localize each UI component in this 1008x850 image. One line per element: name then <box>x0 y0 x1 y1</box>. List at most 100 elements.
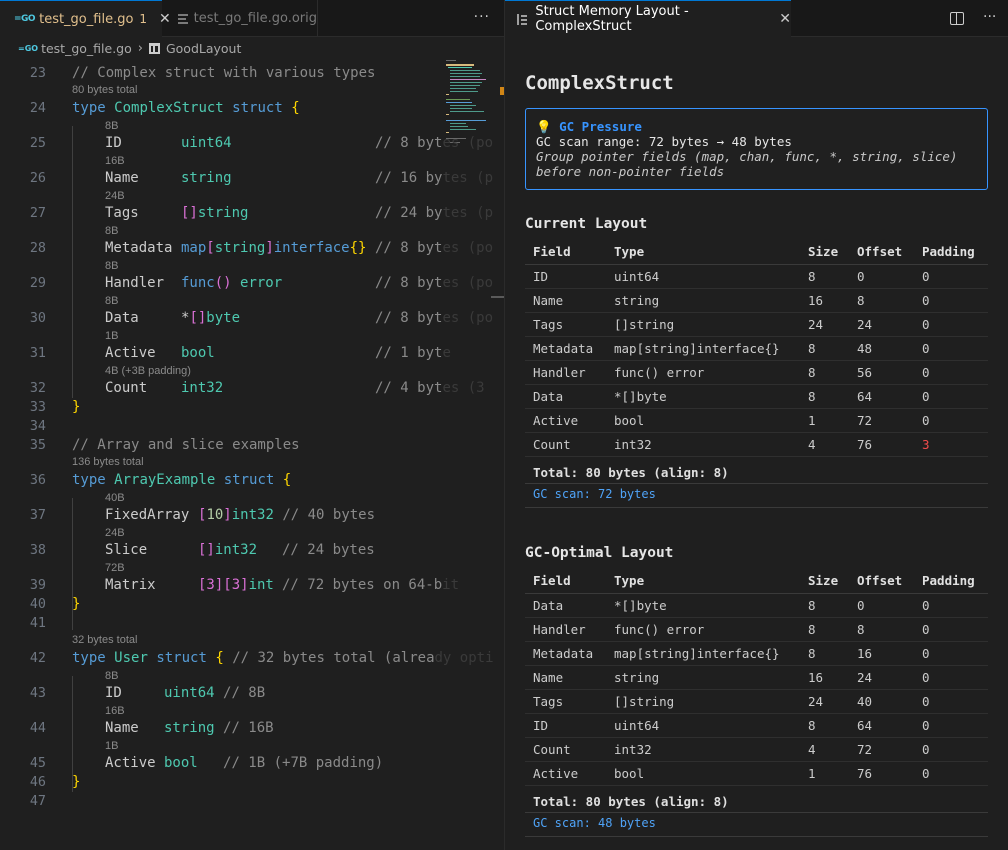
type-name[interactable]: User <box>114 650 148 666</box>
cell-field: Metadata <box>525 336 606 361</box>
cell-type: string <box>606 288 800 313</box>
comment-text: // 8 byt <box>375 135 443 151</box>
line-number: 33 <box>29 400 46 415</box>
inlay-hint: 8B <box>105 260 119 272</box>
go-file-icon: =GO <box>14 14 36 24</box>
field-type: int32 <box>181 380 224 396</box>
line-number: 39 <box>29 578 46 593</box>
col-field: Field <box>525 240 606 265</box>
breadcrumb-file[interactable]: test_go_file.go <box>41 41 132 56</box>
cell-size: 16 <box>800 665 849 690</box>
cell-size: 1 <box>800 761 849 786</box>
cell-offset: 0 <box>849 264 914 289</box>
line-number: 26 <box>29 171 46 186</box>
cell-offset: 64 <box>849 713 914 738</box>
keyword: struct <box>223 472 275 488</box>
code-comment: // 24 bytes (p <box>375 205 493 221</box>
type-name[interactable]: ComplexStruct <box>114 100 224 116</box>
table-row: ID uint64 8 64 0 <box>525 713 988 738</box>
cell-padding: 0 <box>914 761 988 786</box>
gc-pressure-callout: 💡 GC Pressure GC scan range: 72 bytes → … <box>525 108 988 190</box>
cell-offset: 64 <box>849 384 914 409</box>
comment-text: // 8 byt <box>375 275 443 291</box>
cell-size: 8 <box>800 593 849 618</box>
text-file-icon <box>178 13 188 24</box>
cell-size: 8 <box>800 617 849 642</box>
cell-size: 8 <box>800 336 849 361</box>
inlay-hint: 8B <box>105 670 119 682</box>
inlay-hint: 8B <box>105 120 119 132</box>
cell-type: *[]byte <box>606 384 800 409</box>
code-line: ID <box>105 135 122 151</box>
cell-offset: 76 <box>849 432 914 457</box>
line-number: 31 <box>29 346 46 361</box>
gc-hint-line: before non-pointer fields <box>536 164 725 179</box>
cell-padding: 0 <box>914 593 988 618</box>
close-icon[interactable]: ✕ <box>779 11 791 27</box>
type-name: error <box>240 275 283 291</box>
cell-offset: 48 <box>849 336 914 361</box>
tab-struct-memory-layout[interactable]: Struct Memory Layout - ComplexStruct ✕ <box>505 0 791 37</box>
problems-count-badge: 1 <box>139 12 148 26</box>
breadcrumb-symbol[interactable]: GoodLayout <box>166 41 241 56</box>
more-actions-icon[interactable]: ··· <box>474 9 490 25</box>
code-editor[interactable]: =GO test_go_file.go 1 ✕ test_go_file.go.… <box>0 0 504 850</box>
code-line: type ComplexStruct struct { <box>72 100 300 116</box>
cell-size: 8 <box>800 713 849 738</box>
page-title: ComplexStruct <box>525 72 674 94</box>
cell-type: int32 <box>606 432 800 457</box>
field-name: Active <box>105 755 156 771</box>
cell-padding: 0 <box>914 264 988 289</box>
keyword: interface <box>273 240 350 256</box>
field-name: Name <box>105 170 139 186</box>
cell-offset: 72 <box>849 737 914 762</box>
bracket: [] <box>181 205 198 221</box>
code-comment: // 72 bytes on 64-bit <box>282 577 459 593</box>
cell-field: Name <box>525 288 606 313</box>
col-size: Size <box>800 240 849 265</box>
inlay-hint: 16B <box>105 155 125 167</box>
cell-offset: 72 <box>849 408 914 433</box>
table-row: Name string 16 8 0 <box>525 288 988 313</box>
scrollbar-thumb[interactable] <box>491 296 504 298</box>
line-number: 25 <box>29 136 46 151</box>
inlay-hint: 24B <box>105 527 125 539</box>
lightbulb-icon: 💡 <box>536 119 552 134</box>
brace: { <box>215 650 224 666</box>
type-name: byte <box>206 310 241 326</box>
field-name: Active <box>105 345 156 361</box>
line-number: 23 <box>29 66 46 81</box>
code-comment: // 24 bytes <box>282 542 375 558</box>
more-actions-icon[interactable]: ··· <box>983 9 996 25</box>
code-comment: // 40 bytes <box>282 507 376 523</box>
line-number: 38 <box>29 543 46 558</box>
type-name: uint64 <box>164 685 215 701</box>
tab-test-go-file-orig[interactable]: test_go_file.go.orig <box>163 0 318 37</box>
line-number: 46 <box>29 775 46 790</box>
inlay-hint: 8B <box>105 295 119 307</box>
code-comment: // 8B <box>223 685 266 701</box>
table-header-row: Field Type Size Offset Padding <box>525 569 988 594</box>
field-type: []string <box>181 205 248 221</box>
field-name: Matrix <box>105 577 156 593</box>
type-name[interactable]: ArrayExample <box>114 472 215 488</box>
struct-icon <box>148 42 160 54</box>
go-file-icon: =GO <box>18 43 39 53</box>
gc-pressure-heading: GC Pressure <box>559 119 642 134</box>
cell-type: uint64 <box>606 713 800 738</box>
inlay-hint: 1B <box>105 330 119 342</box>
code-line: type ArrayExample struct { <box>72 472 291 488</box>
current-layout-body: ID uint64 8 0 0 Name string 16 8 0 Tags []string 24 2… <box>525 264 988 457</box>
cell-size: 16 <box>800 288 849 313</box>
preview-icon <box>517 13 528 25</box>
cell-padding: 0 <box>914 360 988 385</box>
inlay-hint: 1B <box>105 740 119 752</box>
cell-size: 8 <box>800 384 849 409</box>
col-field: Field <box>525 569 606 594</box>
optimal-layout-heading: GC-Optimal Layout <box>525 545 674 561</box>
type-name: int32 <box>214 542 258 558</box>
code-comment: // 8 bytes (po <box>375 240 493 256</box>
split-editor-icon[interactable] <box>950 12 964 25</box>
table-row: Metadata map[string]interface{} 8 48 0 <box>525 336 988 361</box>
tab-test-go-file[interactable]: =GO test_go_file.go 1 ✕ <box>0 0 171 37</box>
